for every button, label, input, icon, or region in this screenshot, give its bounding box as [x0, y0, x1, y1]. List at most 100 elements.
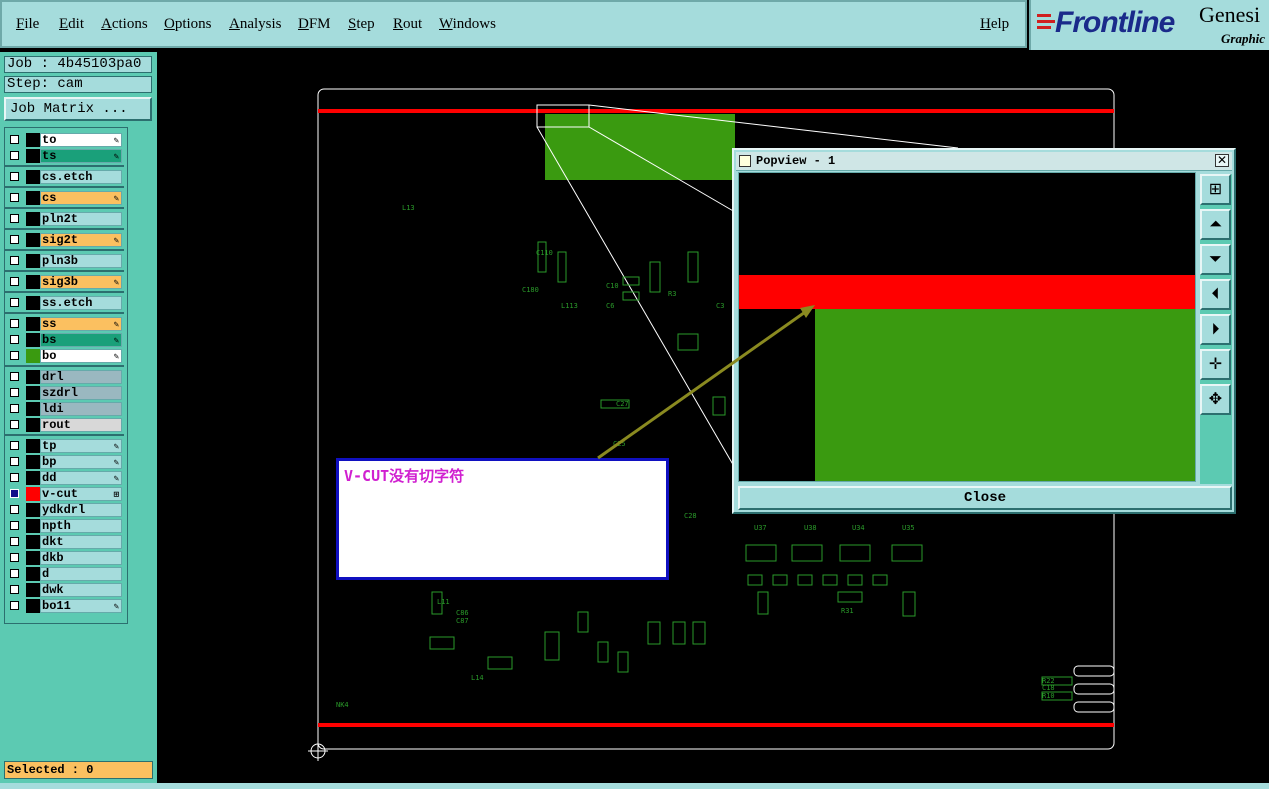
menu-analysis[interactable]: Analysis	[229, 16, 282, 33]
layer-row-tp[interactable]: tp ✎	[6, 439, 126, 454]
menu-options[interactable]: Options	[164, 16, 212, 33]
layer-checkbox[interactable]	[10, 601, 19, 610]
layer-checkbox[interactable]	[10, 351, 19, 360]
layer-color-swatch[interactable]	[26, 439, 40, 453]
layer-name[interactable]: bo ✎	[40, 349, 122, 363]
pan-right-icon[interactable]: ⏵	[1200, 314, 1231, 345]
menu-rout[interactable]: Rout	[393, 16, 422, 33]
layer-checkbox[interactable]	[10, 505, 19, 514]
layer-name[interactable]: ts ✎	[40, 149, 122, 163]
layer-row-dd[interactable]: dd ✎	[6, 471, 126, 486]
layer-row-pln3b[interactable]: pln3b	[6, 254, 126, 269]
layer-color-swatch[interactable]	[26, 275, 40, 289]
layer-name[interactable]: pln3b	[40, 254, 122, 268]
layer-checkbox[interactable]	[10, 457, 19, 466]
layer-color-swatch[interactable]	[26, 212, 40, 226]
layer-name[interactable]: d	[40, 567, 122, 581]
layer-checkbox[interactable]	[10, 235, 19, 244]
layer-name[interactable]: pln2t	[40, 212, 122, 226]
layer-color-swatch[interactable]	[26, 133, 40, 147]
layer-checkbox[interactable]	[10, 388, 19, 397]
layer-row-ts[interactable]: ts ✎	[6, 149, 126, 164]
layer-checkbox[interactable]	[10, 585, 19, 594]
layer-name[interactable]: sig2t ✎	[40, 233, 122, 247]
menu-step[interactable]: Step	[348, 16, 375, 33]
pan-up-icon[interactable]: ⏶	[1200, 209, 1231, 240]
layer-checkbox[interactable]	[10, 277, 19, 286]
layer-checkbox[interactable]	[10, 193, 19, 202]
layer-checkbox[interactable]	[10, 441, 19, 450]
layer-row-v-cut[interactable]: v-cut ⊞	[6, 487, 126, 502]
layer-name[interactable]: dwk	[40, 583, 122, 597]
layer-name[interactable]: szdrl	[40, 386, 122, 400]
layer-name[interactable]: cs ✎	[40, 191, 122, 205]
layer-row-bo[interactable]: bo ✎	[6, 349, 126, 364]
layer-name[interactable]: ldi	[40, 402, 122, 416]
layer-checkbox[interactable]	[10, 298, 19, 307]
layer-row-ydkdrl[interactable]: ydkdrl	[6, 503, 126, 518]
layer-name[interactable]: npth	[40, 519, 122, 533]
layer-color-swatch[interactable]	[26, 317, 40, 331]
close-icon[interactable]: ✕	[1215, 154, 1229, 167]
layer-row-d[interactable]: d	[6, 567, 126, 582]
layer-checkbox[interactable]	[10, 537, 19, 546]
layer-color-swatch[interactable]	[26, 191, 40, 205]
layer-checkbox[interactable]	[10, 569, 19, 578]
layer-color-swatch[interactable]	[26, 583, 40, 597]
layer-row-ldi[interactable]: ldi	[6, 402, 126, 417]
layer-checkbox[interactable]	[10, 553, 19, 562]
menu-edit[interactable]: Edit	[59, 16, 84, 33]
layer-color-swatch[interactable]	[26, 254, 40, 268]
popview-titlebar[interactable]: Popview - 1 ✕	[736, 152, 1232, 171]
layer-color-swatch[interactable]	[26, 487, 40, 501]
layer-row-sig2t[interactable]: sig2t ✎	[6, 233, 126, 248]
layer-name[interactable]: bo11 ✎	[40, 599, 122, 613]
layer-name[interactable]: ydkdrl	[40, 503, 122, 517]
layer-checkbox[interactable]	[10, 151, 19, 160]
layer-color-swatch[interactable]	[26, 386, 40, 400]
layer-name[interactable]: bp ✎	[40, 455, 122, 469]
zoom-in-icon[interactable]: ✛	[1200, 349, 1231, 380]
layer-row-szdrl[interactable]: szdrl	[6, 386, 126, 401]
layer-name[interactable]: tp ✎	[40, 439, 122, 453]
layer-checkbox[interactable]	[10, 521, 19, 530]
layer-name[interactable]: dd ✎	[40, 471, 122, 485]
menu-actions[interactable]: Actions	[101, 16, 148, 33]
layer-row-bo11[interactable]: bo11 ✎	[6, 599, 126, 614]
menu-help[interactable]: Help	[980, 16, 1009, 33]
layer-row-sig3b[interactable]: sig3b ✎	[6, 275, 126, 290]
layer-row-rout[interactable]: rout	[6, 418, 126, 433]
layer-color-swatch[interactable]	[26, 233, 40, 247]
layer-checkbox[interactable]	[10, 214, 19, 223]
layer-color-swatch[interactable]	[26, 567, 40, 581]
layer-color-swatch[interactable]	[26, 333, 40, 347]
layer-color-swatch[interactable]	[26, 599, 40, 613]
layer-checkbox[interactable]	[10, 420, 19, 429]
job-matrix-button[interactable]: Job Matrix ...	[4, 97, 152, 121]
layer-checkbox[interactable]	[10, 335, 19, 344]
popview-close-button[interactable]: Close	[738, 486, 1232, 510]
layer-color-swatch[interactable]	[26, 471, 40, 485]
menu-dfm[interactable]: DFM	[298, 16, 331, 33]
layer-name[interactable]: bs ✎	[40, 333, 122, 347]
layer-row-dkt[interactable]: dkt	[6, 535, 126, 550]
layer-row-to[interactable]: to ✎	[6, 133, 126, 148]
layer-checkbox[interactable]	[10, 319, 19, 328]
layer-row-pln2t[interactable]: pln2t	[6, 212, 126, 227]
layer-name[interactable]: rout	[40, 418, 122, 432]
layer-color-swatch[interactable]	[26, 519, 40, 533]
layer-color-swatch[interactable]	[26, 149, 40, 163]
layer-name[interactable]: ss.etch	[40, 296, 122, 310]
layer-checkbox[interactable]	[10, 135, 19, 144]
layer-row-bs[interactable]: bs ✎	[6, 333, 126, 348]
layer-color-swatch[interactable]	[26, 170, 40, 184]
layer-name[interactable]: dkb	[40, 551, 122, 565]
layer-name[interactable]: dkt	[40, 535, 122, 549]
layer-color-swatch[interactable]	[26, 418, 40, 432]
menu-file[interactable]: File	[16, 16, 39, 33]
layer-name[interactable]: sig3b ✎	[40, 275, 122, 289]
layer-color-swatch[interactable]	[26, 349, 40, 363]
pan-down-icon[interactable]: ⏷	[1200, 244, 1231, 275]
layer-name[interactable]: drl	[40, 370, 122, 384]
layer-color-swatch[interactable]	[26, 296, 40, 310]
